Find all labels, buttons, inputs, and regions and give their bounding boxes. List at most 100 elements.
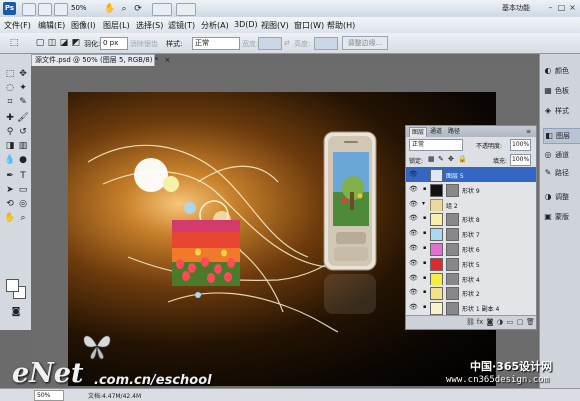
marquee-preset-icon[interactable]: ⬚: [8, 37, 20, 49]
layer-row[interactable]: 👁 ▪ 形状 9: [406, 181, 536, 198]
intersect-selection-icon[interactable]: ◩: [70, 37, 82, 49]
brush-tool-icon[interactable]: 🖌: [17, 112, 29, 124]
feather-input[interactable]: 0 px: [100, 37, 128, 50]
layer-row[interactable]: 👁 图层 5: [406, 167, 536, 183]
lock-position-icon[interactable]: ✥: [448, 155, 454, 163]
menu-edit[interactable]: 编辑(E): [38, 20, 65, 31]
layer-style-icon[interactable]: fx: [476, 318, 484, 326]
pen-tool-icon[interactable]: ✒: [4, 170, 16, 182]
visibility-eye-icon[interactable]: 👁: [409, 185, 418, 193]
panel-menu-icon[interactable]: ≡: [524, 127, 533, 136]
add-selection-icon[interactable]: ◫: [46, 37, 58, 49]
close-button[interactable]: ×: [568, 3, 577, 12]
maximize-button[interactable]: □: [557, 3, 566, 12]
zoom-tool-icon[interactable]: ⌕: [17, 212, 29, 224]
tab-layers[interactable]: 图层: [409, 127, 428, 137]
document-tab[interactable]: 源文件.psd @ 50% (图层 5, RGB/8) * ×: [31, 54, 170, 66]
crop-tool-icon[interactable]: ⌗: [4, 96, 16, 108]
path-selection-tool-icon[interactable]: ➤: [4, 184, 16, 196]
arrange-documents-button[interactable]: [152, 3, 172, 16]
minimize-button[interactable]: –: [546, 3, 555, 12]
height-input[interactable]: [314, 37, 338, 50]
layer-row[interactable]: 👁 ▪ 形状 7: [406, 226, 536, 243]
lock-all-icon[interactable]: 🔒: [458, 155, 467, 163]
gradient-tool-icon[interactable]: ▥: [17, 140, 29, 152]
new-group-icon[interactable]: ▭: [506, 318, 514, 326]
antialias-checkbox[interactable]: 消除锯齿: [130, 39, 158, 49]
group-expand-icon[interactable]: ▾: [422, 200, 425, 207]
layer-row[interactable]: 👁 ▪ 形状 2: [406, 285, 536, 302]
menu-image[interactable]: 图像(I): [71, 20, 96, 31]
zoom-tool-icon[interactable]: ⌕: [118, 3, 130, 15]
menu-analysis[interactable]: 分析(A): [201, 20, 229, 31]
zoom-level-select[interactable]: 50%: [68, 3, 99, 14]
visibility-eye-icon[interactable]: 👁: [409, 259, 418, 267]
visibility-eye-icon[interactable]: 👁: [409, 200, 418, 208]
lock-transparency-icon[interactable]: ▦: [428, 155, 435, 163]
layer-row[interactable]: 👁 ▪ 形状 8: [406, 211, 536, 228]
style-select[interactable]: 正常: [192, 37, 240, 50]
layer-row[interactable]: 👁 ▾ 组 2: [406, 196, 536, 213]
quick-mask-icon[interactable]: ◙: [10, 306, 22, 318]
lock-pixels-icon[interactable]: ✎: [438, 155, 444, 163]
new-selection-icon[interactable]: ▢: [34, 37, 46, 49]
fill-input[interactable]: 100%: [510, 154, 531, 166]
dock-channels[interactable]: ◎ 通道: [543, 148, 579, 162]
menu-3d[interactable]: 3D(D): [234, 20, 258, 29]
layer-row[interactable]: 👁 ▪ 形状 1 副本 4: [406, 300, 536, 317]
eyedropper-tool-icon[interactable]: ✎: [17, 96, 29, 108]
visibility-eye-icon[interactable]: 👁: [409, 170, 418, 178]
lasso-tool-icon[interactable]: ◌: [4, 82, 16, 94]
close-tab-icon[interactable]: ×: [164, 56, 170, 64]
type-tool-icon[interactable]: T: [17, 170, 29, 182]
dock-paths[interactable]: ✎ 路径: [543, 166, 579, 180]
visibility-eye-icon[interactable]: 👁: [409, 244, 418, 252]
3d-orbit-tool-icon[interactable]: ◎: [17, 198, 29, 210]
swap-icon[interactable]: ⇄: [284, 39, 290, 47]
menu-help[interactable]: 帮助(H): [327, 20, 355, 31]
foreground-color-swatch[interactable]: [6, 279, 19, 292]
menu-select[interactable]: 选择(S): [136, 20, 163, 31]
magic-wand-tool-icon[interactable]: ✦: [17, 82, 29, 94]
dock-palette[interactable]: ◐ 颜色: [543, 64, 579, 78]
menu-filter[interactable]: 滤镜(T): [168, 20, 195, 31]
dock-adjustments[interactable]: ◑ 调整: [543, 190, 579, 204]
layer-row[interactable]: 👁 ▪ 形状 5: [406, 255, 536, 272]
3d-rotate-tool-icon[interactable]: ⟲: [4, 198, 16, 210]
hand-tool-icon[interactable]: ✋: [104, 3, 116, 15]
layer-row[interactable]: 👁 ▪ 形状 4: [406, 270, 536, 287]
rotate-view-icon[interactable]: ⟳: [132, 3, 144, 15]
blur-tool-icon[interactable]: 💧: [4, 154, 16, 166]
marquee-tool-icon[interactable]: ⬚: [4, 68, 16, 80]
dock-styles[interactable]: ◈ 样式: [543, 104, 579, 118]
tab-paths[interactable]: 路径: [446, 127, 462, 136]
eraser-tool-icon[interactable]: ◨: [4, 140, 16, 152]
shape-tool-icon[interactable]: ▭: [17, 184, 29, 196]
menu-view[interactable]: 视图(V): [261, 20, 289, 31]
history-brush-tool-icon[interactable]: ↺: [17, 126, 29, 138]
layer-row[interactable]: 👁 ▪ 形状 6: [406, 241, 536, 257]
adjustment-layer-icon[interactable]: ◑: [496, 318, 504, 326]
mini-bridge-button[interactable]: [38, 3, 52, 16]
move-tool-icon[interactable]: ✥: [17, 68, 29, 80]
delete-layer-icon[interactable]: 🗑: [526, 318, 535, 326]
healing-brush-tool-icon[interactable]: ✚: [4, 112, 16, 124]
visibility-eye-icon[interactable]: 👁: [409, 229, 418, 237]
visibility-eye-icon[interactable]: 👁: [409, 274, 418, 282]
menu-file[interactable]: 文件(F): [4, 20, 31, 31]
subtract-selection-icon[interactable]: ◪: [58, 37, 70, 49]
add-mask-icon[interactable]: ◙: [486, 318, 494, 326]
link-layers-icon[interactable]: ⛓: [466, 318, 475, 326]
menu-window[interactable]: 窗口(W): [294, 20, 324, 31]
blend-mode-select[interactable]: 正常: [409, 139, 463, 151]
visibility-eye-icon[interactable]: 👁: [409, 288, 418, 296]
screen-mode-button[interactable]: [176, 3, 196, 16]
refine-edge-button[interactable]: 调整边缘...: [342, 36, 388, 50]
hand-tool-icon[interactable]: ✋: [4, 212, 16, 224]
workspace-switcher[interactable]: 基本功能: [502, 3, 530, 13]
dodge-tool-icon[interactable]: ●: [17, 154, 29, 166]
status-zoom-input[interactable]: 50%: [34, 390, 64, 401]
opacity-input[interactable]: 100%: [510, 139, 531, 151]
new-layer-icon[interactable]: ▢: [516, 318, 524, 326]
dock-masks[interactable]: ▣ 蒙版: [543, 210, 579, 224]
